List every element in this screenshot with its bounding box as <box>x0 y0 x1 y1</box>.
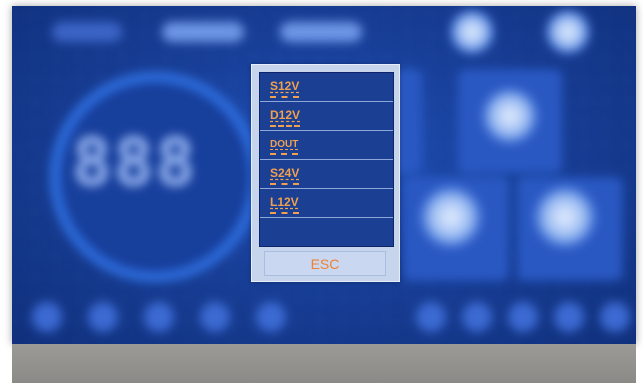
menu-item-empty <box>260 218 393 247</box>
bottom-button-3 <box>144 302 174 332</box>
menu-item-l12v[interactable]: L12V <box>260 189 393 218</box>
bottom-button-4 <box>200 302 230 332</box>
main-gauge-digits: 888 <box>72 124 198 201</box>
menu-item-label: S24V <box>270 166 300 185</box>
control-knob-2 <box>482 88 538 144</box>
status-pill-1 <box>162 22 244 42</box>
menu-item-d12v[interactable]: D12V <box>260 102 393 131</box>
menu-list: S12V D12V DOUT S24V L12V <box>259 72 394 247</box>
menu-item-label: S12V <box>270 79 300 98</box>
bottom-button-8 <box>508 302 538 332</box>
bottom-button-2 <box>88 302 118 332</box>
menu-item-s12v[interactable]: S12V <box>260 73 393 102</box>
bottom-button-10 <box>600 302 630 332</box>
bottom-button-1 <box>32 302 62 332</box>
bottom-button-5 <box>256 302 286 332</box>
device-bottom-bezel <box>12 344 636 383</box>
voltage-select-menu: S12V D12V DOUT S24V L12V ESC <box>251 64 400 282</box>
bottom-button-7 <box>462 302 492 332</box>
bottom-button-9 <box>554 302 584 332</box>
bottom-button-6 <box>416 302 446 332</box>
status-indicator-left <box>52 22 122 42</box>
control-knob-3 <box>420 186 482 248</box>
status-pill-2 <box>280 22 362 42</box>
menu-item-label: D12V <box>270 108 301 127</box>
status-bubble-1 <box>450 10 494 54</box>
menu-item-s24v[interactable]: S24V <box>260 160 393 189</box>
menu-item-label: L12V <box>270 195 299 214</box>
control-knob-4 <box>534 186 596 248</box>
menu-item-label: DOUT <box>270 139 299 155</box>
status-bubble-2 <box>546 10 590 54</box>
menu-item-dout[interactable]: DOUT <box>260 131 393 160</box>
esc-button[interactable]: ESC <box>264 251 386 276</box>
device-frame: 888 S12V D12V DOUT S24V L12V ESC <box>0 0 643 383</box>
